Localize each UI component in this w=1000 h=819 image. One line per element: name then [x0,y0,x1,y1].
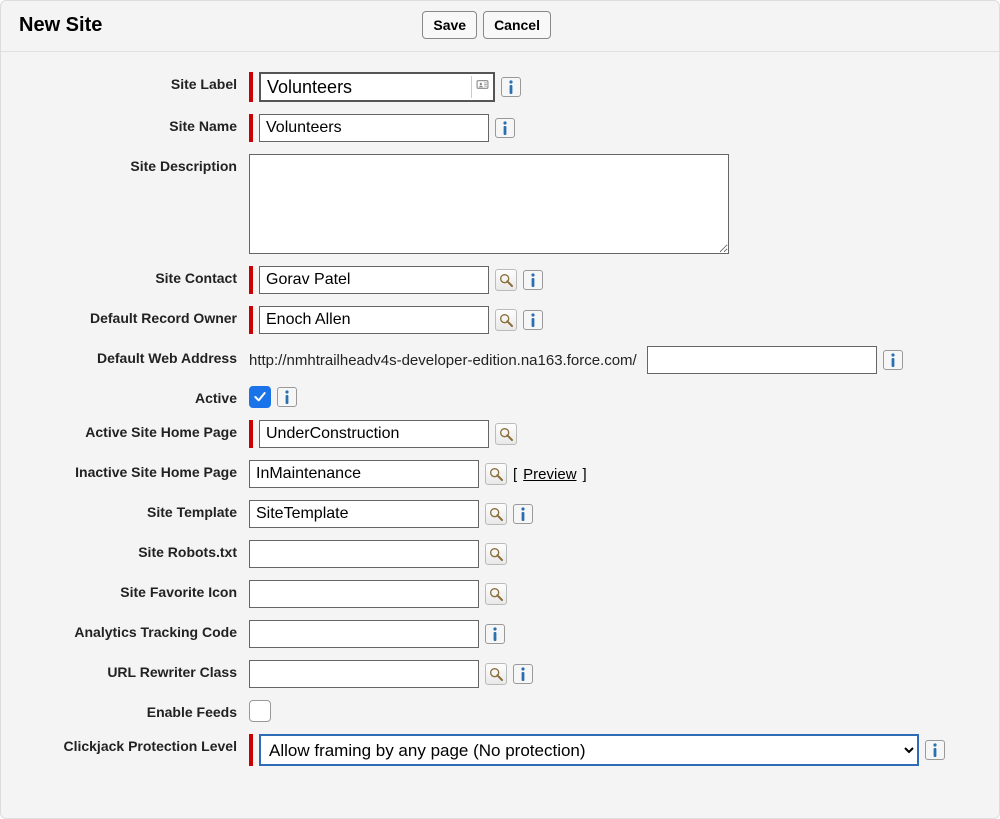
required-indicator [249,72,253,102]
default-record-owner-label: Default Record Owner [11,306,249,326]
analytics-input[interactable] [249,620,479,648]
web-address-prefix: http://nmhtrailheadv4s-developer-edition… [249,352,641,369]
active-checkbox[interactable] [249,386,271,408]
info-icon[interactable] [513,664,533,684]
site-template-input[interactable] [249,500,479,528]
info-icon[interactable] [485,624,505,644]
site-label-input[interactable] [261,75,471,100]
lookup-icon[interactable] [495,269,517,291]
active-home-input[interactable] [259,420,489,448]
favicon-label: Site Favorite Icon [11,580,249,600]
new-site-form: New Site Save Cancel Site Label [0,0,1000,819]
site-description-label: Site Description [11,154,249,174]
info-icon[interactable] [925,740,945,760]
site-contact-label: Site Contact [11,266,249,286]
enable-feeds-label: Enable Feeds [11,700,249,720]
site-name-input[interactable] [259,114,489,142]
inactive-home-label: Inactive Site Home Page [11,460,249,480]
bracket-close: ] [583,466,587,483]
lookup-icon[interactable] [495,309,517,331]
active-label: Active [11,386,249,406]
header-buttons: Save Cancel [422,11,551,39]
site-description-textarea[interactable] [249,154,729,254]
lookup-icon[interactable] [495,423,517,445]
page-title: New Site [19,14,102,37]
lookup-icon[interactable] [485,583,507,605]
clickjack-select[interactable]: Allow framing by any page (No protection… [259,734,919,766]
info-icon[interactable] [523,310,543,330]
url-rewriter-label: URL Rewriter Class [11,660,249,680]
info-icon[interactable] [513,504,533,524]
web-address-suffix-input[interactable] [647,346,877,374]
default-web-address-label: Default Web Address [11,346,249,366]
required-indicator [249,420,253,448]
info-icon[interactable] [277,387,297,407]
enable-feeds-checkbox[interactable] [249,700,271,722]
bracket-open: [ [513,466,517,483]
lookup-icon[interactable] [485,503,507,525]
inactive-home-input[interactable] [249,460,479,488]
active-home-label: Active Site Home Page [11,420,249,440]
site-template-label: Site Template [11,500,249,520]
site-contact-input[interactable] [259,266,489,294]
favicon-input[interactable] [249,580,479,608]
contact-card-icon[interactable] [471,76,493,98]
site-name-label: Site Name [11,114,249,134]
info-icon[interactable] [883,350,903,370]
analytics-label: Analytics Tracking Code [11,620,249,640]
info-icon[interactable] [523,270,543,290]
default-record-owner-input[interactable] [259,306,489,334]
required-indicator [249,114,253,142]
required-indicator [249,266,253,294]
clickjack-label: Clickjack Protection Level [11,734,249,754]
lookup-icon[interactable] [485,663,507,685]
robots-label: Site Robots.txt [11,540,249,560]
lookup-icon[interactable] [485,543,507,565]
required-indicator [249,734,253,766]
required-indicator [249,306,253,334]
site-label-label: Site Label [11,72,249,92]
site-label-field-wrap [259,72,495,102]
cancel-button[interactable]: Cancel [483,11,551,39]
form-body: Site Label Site Name [1,52,999,788]
info-icon[interactable] [495,118,515,138]
robots-input[interactable] [249,540,479,568]
url-rewriter-input[interactable] [249,660,479,688]
lookup-icon[interactable] [485,463,507,485]
form-header: New Site Save Cancel [1,1,999,52]
preview-link[interactable]: Preview [523,466,576,483]
info-icon[interactable] [501,77,521,97]
save-button[interactable]: Save [422,11,477,39]
